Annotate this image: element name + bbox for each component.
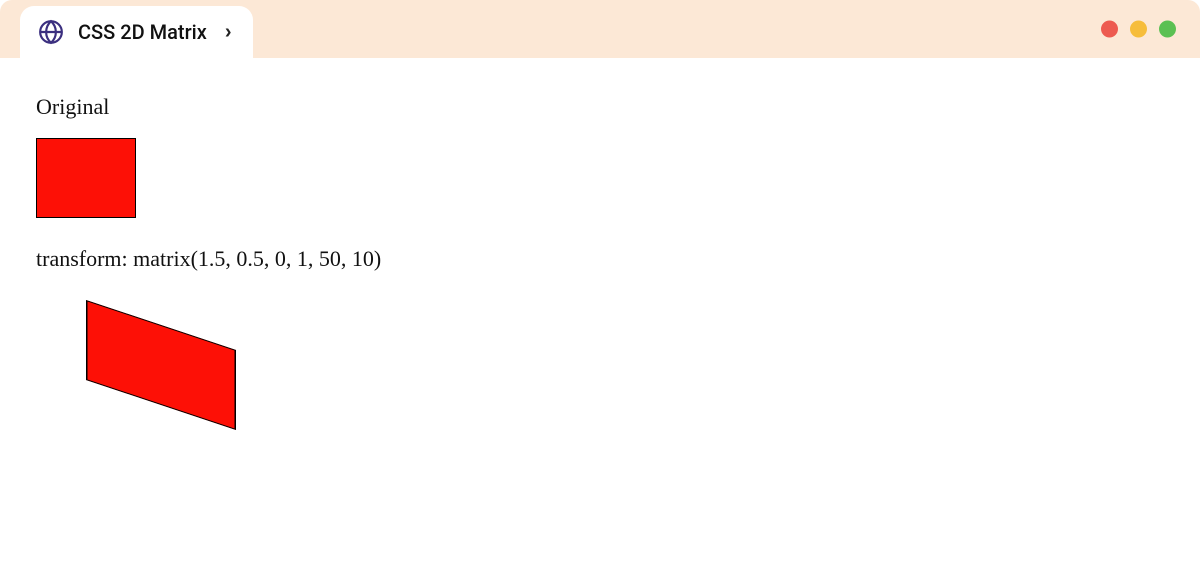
- original-box-wrap: [36, 138, 1164, 218]
- globe-icon: [38, 19, 64, 45]
- original-label: Original: [36, 94, 1164, 120]
- transform-label: transform: matrix(1.5, 0.5, 0, 1, 50, 10…: [36, 246, 1164, 272]
- transformed-box-wrap: [36, 290, 1164, 430]
- browser-tab[interactable]: CSS 2D Matrix ›: [20, 6, 253, 58]
- transformed-box: [86, 300, 236, 430]
- original-box: [36, 138, 136, 218]
- browser-tabbar: CSS 2D Matrix ›: [0, 0, 1200, 58]
- window-minimize[interactable]: [1130, 21, 1147, 38]
- chevron-right-icon: ›: [225, 21, 232, 44]
- tab-title: CSS 2D Matrix: [78, 20, 207, 44]
- page-content: Original transform: matrix(1.5, 0.5, 0, …: [0, 58, 1200, 486]
- window-close[interactable]: [1101, 21, 1118, 38]
- window-controls: [1101, 21, 1176, 38]
- window-maximize[interactable]: [1159, 21, 1176, 38]
